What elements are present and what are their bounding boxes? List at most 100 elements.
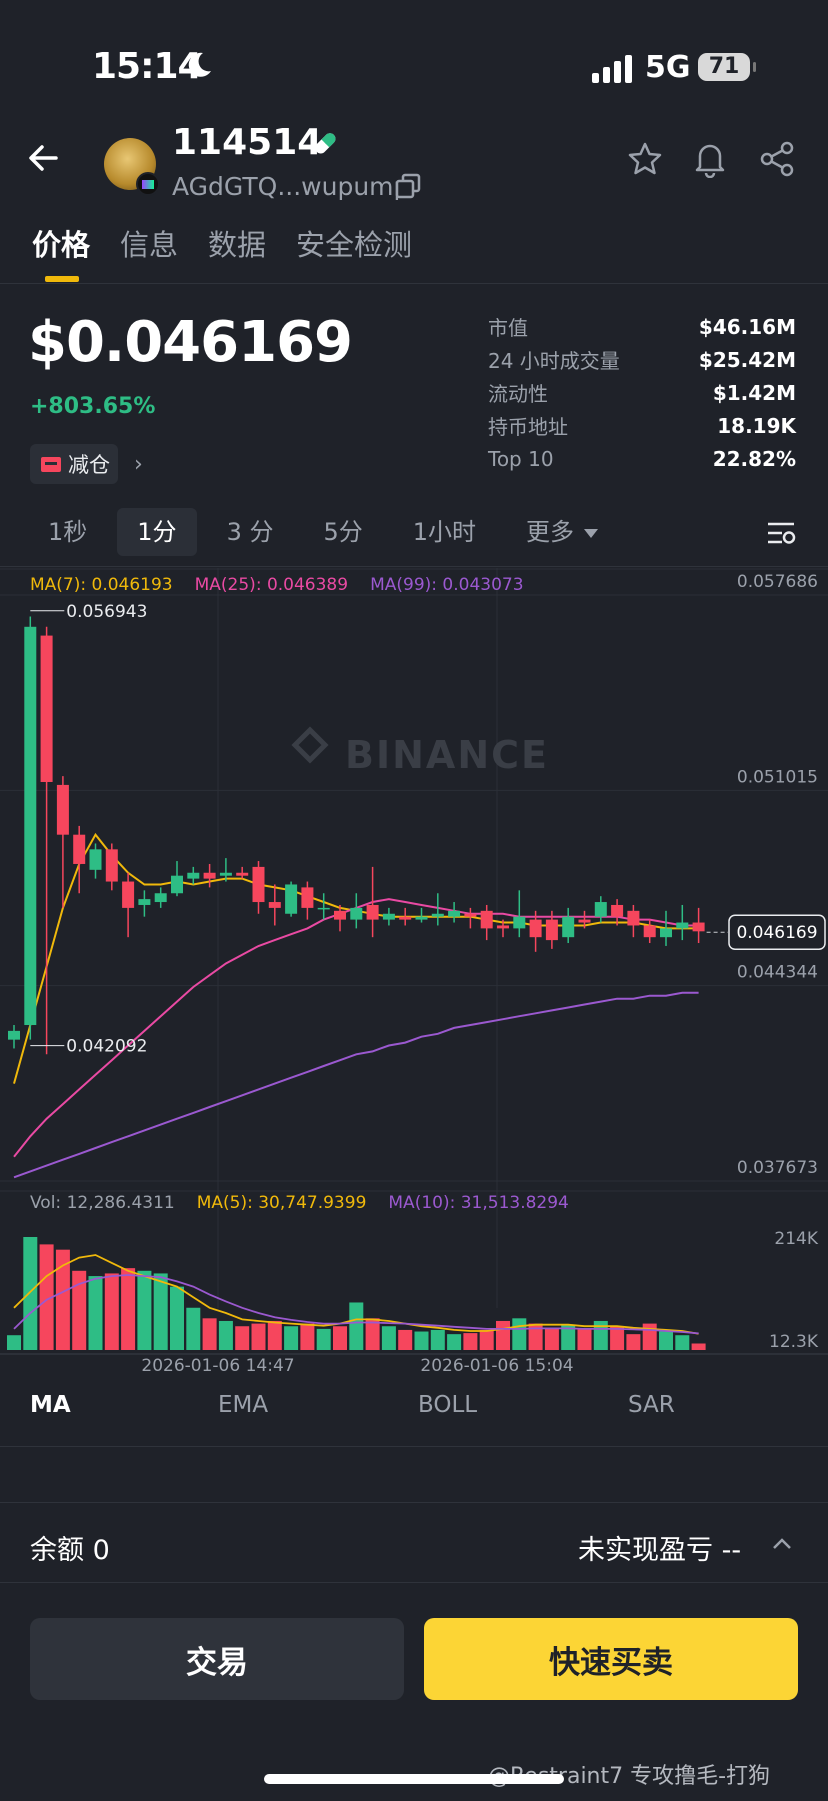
token-address: AGdGTQ...wupump bbox=[172, 172, 410, 201]
ma-line-2 bbox=[13, 991, 699, 1179]
volume-bar bbox=[7, 1335, 21, 1350]
candle-body bbox=[464, 913, 477, 917]
y-tick-label: 0.037673 bbox=[737, 1158, 818, 1178]
candle-body bbox=[334, 910, 346, 920]
divider bbox=[0, 1446, 828, 1447]
volume-bar bbox=[137, 1270, 152, 1350]
volume-bar bbox=[512, 1318, 527, 1350]
candle-body bbox=[219, 872, 232, 876]
wallet-icon bbox=[41, 457, 61, 472]
candle-body bbox=[431, 913, 444, 917]
stat-label: 市值 bbox=[488, 316, 528, 340]
network-label: 5G bbox=[645, 50, 691, 85]
interval-1m[interactable]: 1分 bbox=[117, 508, 197, 556]
interval-more-dropdown[interactable]: 更多 bbox=[506, 508, 618, 556]
stat-row-top10: Top 10 22.82% bbox=[488, 442, 796, 475]
volume-bar bbox=[170, 1286, 184, 1350]
vol-legend: Vol: 12,286.4311 bbox=[30, 1193, 175, 1213]
candle-body bbox=[56, 784, 69, 835]
vol-ma10-legend: MA(10): 31,513.8294 bbox=[388, 1193, 569, 1213]
chart-settings-icon[interactable] bbox=[766, 518, 796, 548]
candle-body bbox=[382, 913, 395, 920]
chevron-right-icon[interactable]: › bbox=[134, 452, 143, 477]
interval-1s[interactable]: 1秒 bbox=[28, 508, 107, 556]
bell-icon[interactable] bbox=[692, 140, 728, 178]
indicator-boll[interactable]: BOLL bbox=[418, 1392, 477, 1418]
candle-body bbox=[692, 922, 705, 932]
tab-price[interactable]: 价格 bbox=[32, 222, 90, 264]
reduce-label: 减仓 bbox=[68, 453, 110, 477]
volume-bar bbox=[218, 1320, 233, 1350]
indicator-tabs: MA EMA BOLL SAR bbox=[0, 1392, 828, 1452]
trade-button[interactable]: 交易 bbox=[30, 1618, 404, 1700]
volume-bar bbox=[398, 1329, 413, 1350]
ma99-legend: MA(99): 0.043073 bbox=[370, 575, 524, 595]
candle-body bbox=[236, 872, 249, 876]
volume-bar bbox=[153, 1273, 168, 1350]
reduce-position-badge[interactable]: 减仓 bbox=[30, 444, 118, 484]
volume-bar bbox=[381, 1326, 396, 1350]
back-arrow-icon[interactable] bbox=[26, 140, 62, 176]
candle-body bbox=[643, 925, 656, 938]
stat-value: 22.82% bbox=[712, 446, 796, 471]
candle-body bbox=[562, 916, 575, 938]
candle-body bbox=[138, 899, 151, 905]
balance-label: 余额 0 bbox=[30, 1535, 110, 1566]
volume-bar bbox=[463, 1333, 478, 1350]
ma25-legend: MA(25): 0.046389 bbox=[194, 575, 349, 595]
binance-logo-watermark bbox=[291, 726, 329, 764]
candle-body bbox=[676, 922, 689, 929]
ma-legend: MA(7): 0.046193 MA(25): 0.046389 MA(99):… bbox=[30, 575, 524, 595]
indicator-ma[interactable]: MA bbox=[30, 1392, 71, 1418]
chevron-up-icon[interactable] bbox=[770, 1532, 794, 1556]
battery-icon: 71 bbox=[698, 53, 756, 81]
copy-icon[interactable] bbox=[394, 172, 422, 200]
candle-body bbox=[252, 866, 265, 903]
indicator-sar[interactable]: SAR bbox=[628, 1392, 675, 1418]
indicator-ema[interactable]: EMA bbox=[218, 1392, 268, 1418]
volume-bar bbox=[447, 1334, 462, 1350]
vol-ma5-legend: MA(5): 30,747.9399 bbox=[196, 1193, 367, 1213]
stat-label: 流动性 bbox=[488, 382, 548, 406]
volume-bar bbox=[104, 1273, 119, 1350]
high-price-label: 0.056943 bbox=[66, 602, 147, 622]
tab-data[interactable]: 数据 bbox=[208, 222, 266, 264]
tab-security[interactable]: 安全检测 bbox=[296, 222, 412, 264]
candle-body bbox=[497, 925, 509, 929]
candle-body bbox=[513, 916, 526, 929]
interval-3m[interactable]: 3 分 bbox=[207, 508, 294, 556]
tab-info[interactable]: 信息 bbox=[120, 222, 178, 264]
low-price-label: 0.042092 bbox=[66, 1037, 147, 1057]
volume-bar bbox=[316, 1328, 331, 1350]
binance-watermark: BINANCE bbox=[345, 733, 549, 777]
interval-1h[interactable]: 1小时 bbox=[393, 508, 496, 556]
share-icon[interactable] bbox=[758, 140, 796, 178]
price-chart[interactable]: 0.057686 0.051015 0.044344 0.037673 BINANCE 0… bbox=[0, 568, 828, 1380]
volume-bar bbox=[414, 1331, 429, 1350]
stat-row-volume: 24 小时成交量 $25.42M bbox=[488, 343, 796, 376]
price-change: +803.65% bbox=[30, 394, 156, 419]
candle-body bbox=[154, 893, 167, 903]
stat-row-market-cap: 市值 $46.16M bbox=[488, 310, 796, 343]
candle-body bbox=[415, 916, 428, 920]
candle-body bbox=[301, 887, 314, 908]
quick-buy-sell-button[interactable]: 快速买卖 bbox=[424, 1618, 798, 1700]
pill-icon bbox=[315, 133, 336, 154]
y-tick-label: 0.051015 bbox=[737, 767, 818, 787]
volume-bar bbox=[23, 1237, 38, 1350]
x-tick-label: 2026-01-06 15:04 bbox=[420, 1356, 573, 1376]
stat-value: 18.19K bbox=[717, 413, 796, 438]
solana-chain-icon bbox=[136, 172, 160, 196]
interval-5m[interactable]: 5分 bbox=[303, 508, 382, 556]
volume-bar bbox=[121, 1268, 136, 1350]
volume-bar bbox=[577, 1328, 592, 1350]
divider bbox=[0, 1582, 828, 1583]
volume-bar bbox=[675, 1335, 690, 1350]
volume-tick-label: 214K bbox=[774, 1229, 818, 1249]
volume-bar bbox=[186, 1307, 201, 1350]
star-icon[interactable] bbox=[626, 140, 664, 178]
moon-icon bbox=[188, 52, 211, 77]
volume-bar bbox=[88, 1276, 103, 1350]
candle-body bbox=[480, 910, 493, 929]
volume-tick-label: 12.3K bbox=[769, 1332, 819, 1352]
